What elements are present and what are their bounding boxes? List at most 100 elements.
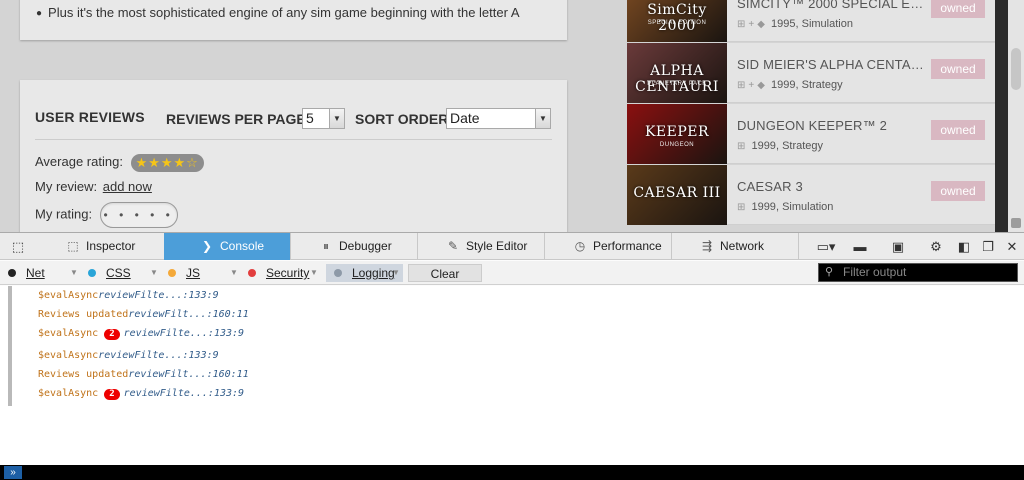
add-review-link[interactable]: add now (103, 179, 152, 194)
tab-network[interactable]: ⇶ Network (672, 233, 799, 260)
apple-icon: ◆ (757, 80, 765, 91)
log-source-link[interactable]: reviewFilte...:133:9 (98, 350, 218, 361)
game-cover[interactable]: SimCity 2000 SPECIAL EDITION (627, 0, 727, 42)
sort-order-label: SORT ORDER (355, 111, 449, 127)
log-entry[interactable]: $evalAsyncreviewFilte...:133:9 (38, 290, 219, 301)
scrollbar-thumb[interactable] (1011, 48, 1021, 90)
pick-element-icon[interactable]: ⬚ (4, 233, 32, 260)
chevron-down-icon[interactable]: ▼ (392, 264, 400, 282)
game-year: 1999 (751, 201, 776, 213)
game-meta: ⊞ 1999, Simulation (737, 201, 834, 213)
my-rating-row: My rating: • • • • • (35, 202, 178, 228)
cover-title: SimCity 2000 (647, 2, 707, 34)
filter-dot-icon (88, 269, 96, 277)
game-year: 1995 (771, 18, 796, 30)
close-icon[interactable]: ✕ (998, 233, 1024, 260)
game-cover[interactable]: CAESAR III (627, 165, 727, 225)
cover-title: CAESAR III (633, 185, 721, 201)
filter-net[interactable]: Net (8, 264, 45, 282)
web-page: Plus it's the most sophisticated engine … (0, 0, 1024, 232)
devtools-toolbar: ⬚ ⬚ Inspector ❯ Console ⏸ Debugger ✎ Style Edit… (0, 233, 1024, 260)
game-meta: ⊞ 1999, Strategy (737, 140, 824, 152)
game-row[interactable]: KEEPER DUNGEON DUNGEON KEEPER™ 2 ⊞ 1999, St… (627, 104, 995, 164)
filter-dot-icon (8, 269, 16, 277)
divider (35, 139, 552, 140)
game-genre: Simulation (801, 18, 853, 30)
log-message: Reviews updated (38, 369, 129, 380)
game-cover[interactable]: KEEPER DUNGEON (627, 104, 727, 164)
owned-badge: owned (931, 0, 985, 18)
my-rating-label: My rating: (35, 206, 93, 222)
prompt-icon: » (4, 466, 22, 479)
clear-button[interactable]: Clear (408, 264, 482, 282)
search-icon: ⚲ (825, 266, 834, 278)
my-rating-input[interactable]: • • • • • (99, 202, 178, 228)
sort-order-value: Date (450, 110, 480, 126)
performance-icon: ◷ (574, 239, 586, 253)
filter-css[interactable]: CSS (88, 264, 131, 282)
plus-icon: + (748, 19, 755, 30)
log-group-gutter (8, 286, 12, 406)
windows-icon: ⊞ (737, 19, 746, 30)
cover-subtitle: SPECIAL EDITION (647, 20, 707, 26)
tab-debugger[interactable]: ⏸ Debugger (291, 233, 418, 260)
screenshot-icon[interactable]: ▣ (884, 233, 912, 260)
game-genre: Strategy (801, 79, 843, 91)
filter-label: Security (266, 266, 310, 280)
game-year: 1999 (771, 79, 796, 91)
sort-order-select[interactable]: Date ▼ (446, 108, 551, 129)
log-source-link[interactable]: reviewFilte...:133:9 (98, 290, 218, 301)
chevron-down-icon[interactable]: ▼ (150, 264, 158, 282)
log-source-link[interactable]: reviewFilte...:133:9 (124, 328, 244, 339)
windows-icon: ⊞ (737, 202, 746, 213)
filter-js[interactable]: JS (168, 264, 200, 282)
my-review-label: My review: (35, 179, 98, 194)
game-row[interactable]: SimCity 2000 SPECIAL EDITION SIMCITY™ 2000… (627, 0, 995, 42)
chevron-down-icon[interactable]: ▼ (310, 264, 318, 282)
log-entry[interactable]: $evalAsyncreviewFilte...:133:9 (38, 350, 219, 361)
game-row[interactable]: ALPHA CENTAURI PLANETARY PACK SID MEIER'S … (627, 43, 995, 103)
responsive-design-icon[interactable]: ▭▾ (808, 233, 844, 260)
game-row[interactable]: CAESAR III CAESAR 3 ⊞ 1999, Simulation owne… (627, 165, 995, 225)
windows-icon: ⊞ (737, 80, 746, 91)
tab-style-editor[interactable]: ✎ Style Editor (418, 233, 545, 260)
tab-performance[interactable]: ◷ Performance (545, 233, 672, 260)
screen: Plus it's the most sophisticated engine … (0, 0, 1024, 480)
tab-inspector[interactable]: ⬚ Inspector (38, 233, 165, 260)
game-title[interactable]: SIMCITY™ 2000 SPECIAL EDIT... (737, 0, 927, 11)
console-filter-bar: Net ▼ CSS ▼ JS ▼ Security ▼ Logging ▼ Clear ⚲ Fil… (0, 261, 1024, 285)
filter-label: CSS (106, 266, 131, 280)
log-entry[interactable]: $evalAsync 2 reviewFilte...:133:9 (38, 328, 244, 340)
chevron-down-icon[interactable]: ▼ (70, 264, 78, 282)
filter-output-input[interactable]: ⚲ Filter output (818, 263, 1018, 282)
game-title[interactable]: DUNGEON KEEPER™ 2 (737, 118, 927, 133)
scratchpad-icon[interactable]: ▬ (846, 233, 874, 260)
cover-subtitle: PLANETARY PACK (647, 81, 707, 87)
game-title[interactable]: SID MEIER'S ALPHA CENTAU... (737, 57, 927, 72)
reviews-per-page-select[interactable]: 5 ▼ (302, 108, 345, 129)
log-source-link[interactable]: reviewFilt...:160:11 (128, 369, 248, 380)
filter-security[interactable]: Security (248, 264, 309, 282)
log-source-link[interactable]: reviewFilte...:133:9 (124, 388, 244, 399)
gear-icon[interactable]: ⚙ (922, 233, 950, 260)
filter-dot-icon (168, 269, 176, 277)
log-entry[interactable]: Reviews updatedreviewFilt...:160:11 (38, 309, 249, 320)
tab-console[interactable]: ❯ Console (164, 233, 291, 260)
log-entry[interactable]: $evalAsync 2 reviewFilte...:133:9 (38, 388, 244, 400)
game-genre: Strategy (782, 140, 824, 152)
log-entry[interactable]: Reviews updatedreviewFilt...:160:11 (38, 369, 249, 380)
game-cover[interactable]: ALPHA CENTAURI PLANETARY PACK (627, 43, 727, 103)
page-scrollbar[interactable] (1008, 0, 1024, 232)
my-review-row: My review: add now (35, 179, 152, 194)
apple-icon: ◆ (757, 19, 765, 30)
scroll-down-arrow[interactable] (1011, 218, 1021, 228)
game-title[interactable]: CAESAR 3 (737, 179, 927, 194)
average-rating-row: Average rating: ★★★★☆ (35, 154, 204, 172)
average-rating-label: Average rating: (35, 154, 123, 169)
log-source-link[interactable]: reviewFilt...:160:11 (128, 309, 248, 320)
chevron-down-icon[interactable]: ▼ (230, 264, 238, 282)
console-output: $evalAsyncreviewFilte...:133:9 Reviews up… (0, 286, 1024, 466)
game-list: SimCity 2000 SPECIAL EDITION SIMCITY™ 2000… (627, 0, 995, 232)
console-input[interactable] (26, 466, 1020, 479)
devtools-panel: ⬚ ⬚ Inspector ❯ Console ⏸ Debugger ✎ Style Edit… (0, 232, 1024, 480)
